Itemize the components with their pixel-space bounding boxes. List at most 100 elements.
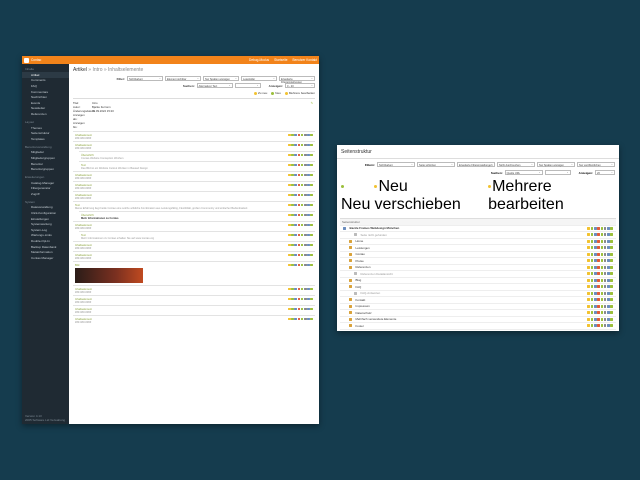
copy-icon[interactable] — [590, 265, 594, 269]
filter-select[interactable]: Erweiterte Filtereinstellungen — [279, 76, 315, 84]
paste-icon[interactable] — [610, 311, 613, 315]
filter-select[interactable]: Nur Spalten anzeigen — [537, 162, 575, 167]
search-input[interactable] — [544, 170, 571, 175]
delete-icon[interactable] — [297, 213, 301, 217]
toggle-icon[interactable] — [600, 317, 604, 321]
edit-icon[interactable] — [587, 246, 591, 250]
edit-icon[interactable] — [587, 272, 591, 276]
move-icon[interactable] — [294, 183, 298, 187]
move-icon[interactable] — [294, 297, 298, 301]
delete-icon[interactable] — [597, 259, 600, 263]
cut-icon[interactable] — [607, 239, 610, 243]
paste-icon[interactable] — [310, 263, 313, 267]
move-icon[interactable] — [294, 193, 298, 197]
move-icon[interactable] — [594, 252, 597, 256]
move-icon[interactable] — [294, 287, 298, 291]
paste-icon[interactable] — [310, 233, 313, 237]
copy-icon[interactable] — [590, 317, 594, 321]
move-icon[interactable] — [294, 223, 298, 227]
content-element-row[interactable]: Text Mehr Informationen zu Contao erhalte… — [79, 231, 315, 241]
toggle-icon[interactable] — [600, 265, 604, 269]
move-icon[interactable] — [594, 285, 597, 289]
move-icon[interactable] — [294, 153, 298, 157]
toggle-icon[interactable] — [600, 239, 604, 243]
edit-icon[interactable] — [587, 278, 591, 282]
sidebar-item[interactable]: Contao Manager — [22, 255, 69, 261]
edit-icon[interactable] — [587, 233, 591, 237]
paste-icon[interactable] — [310, 173, 313, 177]
paste-icon[interactable] — [610, 298, 613, 302]
filter-select[interactable]: Sichtbarkeit — [377, 162, 415, 167]
delete-icon[interactable] — [597, 233, 600, 237]
paste-icon[interactable] — [310, 253, 313, 257]
toggle-icon[interactable] — [600, 324, 604, 328]
delete-icon[interactable] — [597, 311, 600, 315]
copy-icon[interactable] — [590, 278, 594, 282]
move-icon[interactable] — [294, 307, 298, 311]
toggle-icon[interactable] — [600, 226, 604, 230]
toggle-icon[interactable] — [600, 252, 604, 256]
topbar-link[interactable]: Startseite — [274, 58, 287, 62]
info-icon[interactable] — [603, 285, 607, 289]
toggle-icon[interactable] — [600, 233, 604, 237]
edit-icon[interactable] — [587, 291, 591, 295]
copy-icon[interactable] — [590, 304, 594, 308]
move-icon[interactable] — [294, 163, 298, 167]
content-element-row[interactable]: Inhaltselement ###-###-#### — [73, 171, 315, 181]
legend-item[interactable]: Zu neu — [253, 91, 267, 95]
view-select[interactable]: 20 — [595, 170, 615, 175]
cut-icon[interactable] — [607, 226, 610, 230]
paste-icon[interactable] — [610, 324, 613, 328]
edit-icon[interactable] — [587, 265, 591, 269]
content-element-row[interactable]: Inhaltselement ###-###-#### — [73, 305, 315, 315]
edit-icon[interactable]: ✎ — [311, 101, 313, 105]
delete-icon[interactable] — [597, 265, 600, 269]
cut-icon[interactable] — [607, 304, 610, 308]
move-icon[interactable] — [294, 263, 298, 267]
move-icon[interactable] — [594, 233, 597, 237]
edit-icon[interactable] — [587, 285, 591, 289]
content-element-row[interactable]: Inhaltselement ###-###-#### — [73, 181, 315, 191]
info-icon[interactable] — [603, 233, 607, 237]
cut-icon[interactable] — [607, 285, 610, 289]
delete-icon[interactable] — [297, 133, 301, 137]
move-icon[interactable] — [594, 311, 597, 315]
cut-icon[interactable] — [607, 317, 610, 321]
toggle-icon[interactable] — [600, 285, 604, 289]
content-element-row[interactable]: Inhaltselement ###-###-#### — [73, 285, 315, 295]
info-icon[interactable] — [603, 291, 607, 295]
edit-icon[interactable] — [587, 324, 591, 328]
toggle-icon[interactable] — [600, 246, 604, 250]
move-icon[interactable] — [294, 253, 298, 257]
copy-icon[interactable] — [590, 272, 594, 276]
filter-select[interactable]: Sichtbarkeit — [127, 76, 163, 81]
copy-icon[interactable] — [590, 298, 594, 302]
delete-icon[interactable] — [297, 153, 301, 157]
legend-item[interactable]: Neu — [271, 91, 281, 95]
tree-node[interactable]: Kontakt (top-link) — [340, 330, 616, 331]
paste-icon[interactable] — [310, 133, 313, 137]
move-icon[interactable] — [294, 233, 298, 237]
delete-icon[interactable] — [297, 253, 301, 257]
content-element-row[interactable]: Inhaltselement ###-###-#### — [73, 131, 315, 141]
delete-icon[interactable] — [297, 243, 301, 247]
sidebar-section[interactable]: Benutzerverwaltung — [22, 142, 69, 150]
content-element-row[interactable]: Text Meine Erfahrung liegt beide Contao e… — [73, 201, 315, 211]
info-icon[interactable] — [603, 226, 607, 230]
paste-icon[interactable] — [610, 239, 613, 243]
edit-icon[interactable] — [587, 259, 591, 263]
edit-icon[interactable] — [587, 252, 591, 256]
info-icon[interactable] — [603, 298, 607, 302]
paste-icon[interactable] — [310, 153, 313, 157]
move-icon[interactable] — [294, 213, 298, 217]
content-element-row[interactable]: Inhaltselement ###-###-#### — [73, 251, 315, 261]
filter-select[interactable]: Nicht durchsuchen — [497, 162, 535, 167]
paste-icon[interactable] — [610, 317, 613, 321]
filter-select[interactable]: Lesefelder — [241, 76, 277, 81]
delete-icon[interactable] — [297, 233, 301, 237]
copy-icon[interactable] — [590, 285, 594, 289]
info-icon[interactable] — [603, 252, 607, 256]
delete-icon[interactable] — [597, 252, 600, 256]
delete-icon[interactable] — [297, 173, 301, 177]
toggle-icon[interactable] — [600, 298, 604, 302]
